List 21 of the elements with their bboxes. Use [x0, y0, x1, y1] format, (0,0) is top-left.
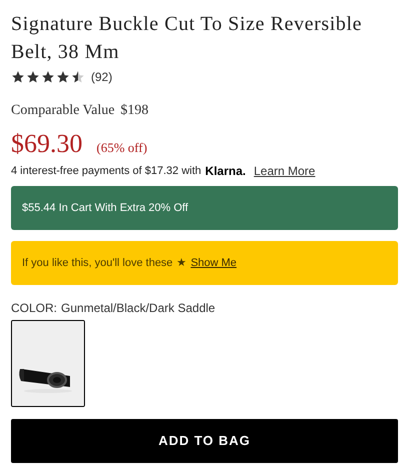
show-me-link[interactable]: Show Me [190, 254, 237, 272]
star-icon: ★ [176, 254, 187, 272]
review-count[interactable]: (92) [91, 68, 112, 86]
star-icon [26, 70, 40, 84]
star-icon [11, 70, 25, 84]
comparable-label: Comparable Value [11, 102, 115, 120]
klarna-logo: Klarna. [205, 163, 246, 180]
color-value: Gunmetal/Black/Dark Saddle [61, 300, 216, 317]
learn-more-link[interactable]: Learn More [254, 162, 316, 180]
product-title: Signature Buckle Cut To Size Reversible Belt, 38 Mm [11, 12, 364, 65]
star-icon [71, 70, 85, 84]
star-icon [56, 70, 70, 84]
sale-price: $69.30 [11, 129, 82, 159]
recommend-text: If you like this, you'll love these [22, 256, 173, 271]
promo-text: $55.44 In Cart With Extra 20% Off [22, 200, 188, 216]
star-icon [41, 70, 55, 84]
add-to-bag-button[interactable]: ADD TO BAG [11, 419, 398, 463]
comparable-price: $198 [120, 102, 149, 120]
installment-text: 4 interest-free payments of $17.32 with [11, 164, 202, 179]
discount-text: (65% off) [96, 139, 148, 157]
color-label: COLOR: [11, 300, 58, 317]
